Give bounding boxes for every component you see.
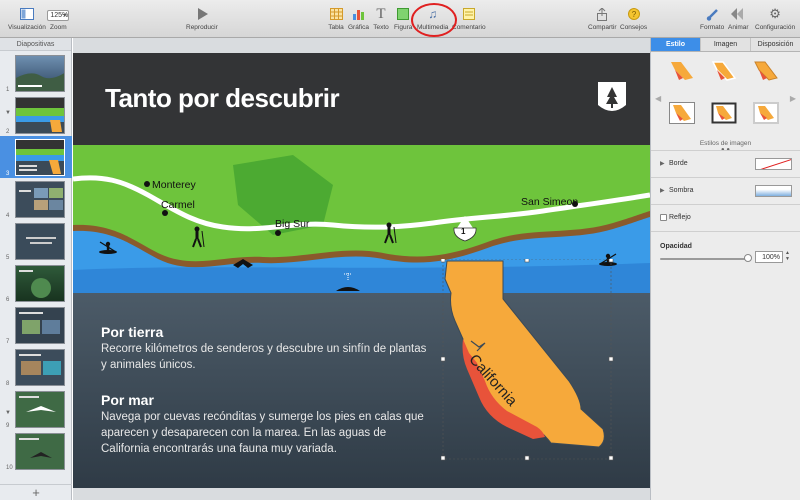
- view-button[interactable]: Visualización: [8, 6, 46, 31]
- thumbnail-image: [15, 265, 65, 302]
- opacity-label: Opacidad: [660, 243, 692, 250]
- thumbnail-image: [15, 223, 65, 260]
- highlight-circle: [411, 3, 457, 37]
- thumbnail-image: [15, 433, 65, 470]
- comment-icon: [461, 6, 477, 22]
- tab-image[interactable]: Imagen: [701, 38, 751, 51]
- slide-navigator: Diapositivas 1 ▼ 2 3 4 5 6 7 8 ▼ 9 10 +: [0, 38, 72, 500]
- slide-thumbnail[interactable]: 1: [0, 52, 72, 94]
- image-style-option[interactable]: [753, 102, 779, 124]
- section-text-sea[interactable]: Navega por cuevas recónditas y sumerge l…: [101, 409, 431, 457]
- animate-icon: [730, 6, 746, 22]
- add-slide-button[interactable]: +: [0, 484, 72, 500]
- map-label-monterey: Monterey: [152, 179, 196, 191]
- map-label-big-sur: Big Sur: [275, 218, 310, 230]
- thumbnail-image: [15, 97, 65, 134]
- slide-thumbnail[interactable]: 9: [0, 388, 72, 430]
- table-button[interactable]: Tabla: [328, 6, 344, 31]
- tips-button[interactable]: ? Consejos: [620, 6, 647, 31]
- section-title-land[interactable]: Por tierra: [101, 324, 163, 340]
- slide-thumbnail[interactable]: 6: [0, 262, 72, 304]
- navigator-header: Diapositivas: [0, 38, 71, 51]
- thumbnail-image: [15, 181, 65, 218]
- slide-thumbnail[interactable]: 8: [0, 346, 72, 388]
- slide-thumbnail[interactable]: 10: [0, 430, 72, 472]
- slide-thumbnail-selected[interactable]: 3: [0, 136, 72, 178]
- map-label-san-simeon: San Simeon: [521, 196, 579, 208]
- border-swatch[interactable]: [755, 158, 792, 170]
- zoom-select[interactable]: 125% ▾: [47, 9, 70, 21]
- inspector-tabs: Estilo Imagen Disposición: [651, 38, 800, 52]
- shape-icon: [395, 6, 411, 22]
- thumbnail-image: [15, 55, 65, 92]
- text-icon: T: [376, 5, 386, 22]
- gear-icon: ⚙: [769, 6, 781, 21]
- toolbar: Visualización 125% ▾ Zoom Reproducir Tab…: [0, 0, 800, 38]
- shadow-row[interactable]: ▶ Sombra: [651, 177, 800, 203]
- thumbnail-image: [15, 139, 65, 176]
- reflection-row[interactable]: Reflejo: [651, 204, 800, 230]
- opacity-stepper[interactable]: ▲ ▼: [785, 250, 790, 262]
- redwood-shield-icon: [597, 81, 627, 117]
- disclosure-triangle-icon[interactable]: ▶: [660, 187, 665, 194]
- slide-thumbnail[interactable]: 4: [0, 178, 72, 220]
- reflection-checkbox[interactable]: [660, 214, 667, 221]
- thumbnail-image: [15, 391, 65, 428]
- slide-thumbnail[interactable]: 5: [0, 220, 72, 262]
- table-icon: [328, 6, 344, 22]
- highway-shield-label: 1: [461, 227, 466, 236]
- shadow-swatch[interactable]: [755, 185, 792, 197]
- map-label-carmel: Carmel: [161, 199, 195, 211]
- image-style-option[interactable]: [711, 60, 737, 82]
- paintbrush-icon: [704, 6, 720, 22]
- tab-arrange[interactable]: Disposición: [751, 38, 800, 51]
- svg-text:?: ?: [631, 10, 636, 19]
- image-styles-label: Estilos de imagen: [699, 140, 752, 147]
- chevron-down-icon: ▾: [63, 12, 67, 19]
- format-inspector: Estilo Imagen Disposición ◀ ▶ Estilos de…: [650, 38, 800, 500]
- section-title-sea[interactable]: Por mar: [101, 392, 154, 408]
- image-style-option[interactable]: [711, 102, 737, 124]
- slide-thumbnail[interactable]: 2: [0, 94, 72, 136]
- chart-icon: [350, 6, 366, 22]
- chevron-right-icon[interactable]: ▶: [790, 94, 796, 103]
- section-text-land[interactable]: Recorre kilómetros de senderos y descubr…: [101, 341, 431, 373]
- tab-style[interactable]: Estilo: [651, 38, 701, 51]
- share-button[interactable]: Compartir: [588, 6, 617, 31]
- chevron-left-icon[interactable]: ◀: [655, 94, 661, 103]
- chart-button[interactable]: Gráfica: [348, 6, 369, 31]
- image-style-option[interactable]: [669, 60, 695, 82]
- image-styles-grid: ◀ ▶: [651, 52, 800, 140]
- setup-button[interactable]: ⚙ Configuración: [755, 6, 795, 31]
- zoom-control[interactable]: 125% ▾ Zoom: [47, 6, 70, 31]
- help-icon: ?: [626, 6, 642, 22]
- shape-button[interactable]: Figura: [394, 6, 412, 31]
- play-icon: [194, 6, 210, 22]
- format-button[interactable]: Formato: [700, 6, 724, 31]
- text-button[interactable]: T Texto: [373, 5, 389, 32]
- border-row[interactable]: ▶ Borde: [651, 150, 800, 176]
- play-button[interactable]: Reproducir: [186, 6, 218, 31]
- share-icon: [594, 6, 610, 22]
- opacity-field[interactable]: 100%: [755, 251, 783, 263]
- thumbnail-image: [15, 307, 65, 344]
- animate-button[interactable]: Animar: [728, 6, 749, 31]
- opacity-slider[interactable]: [660, 258, 748, 260]
- comment-button[interactable]: Comentario: [452, 6, 486, 31]
- opacity-slider-knob[interactable]: [744, 254, 752, 262]
- image-style-option[interactable]: [669, 102, 695, 124]
- plus-icon: +: [32, 485, 40, 500]
- slide-thumbnail[interactable]: 7: [0, 304, 72, 346]
- thumbnail-image: [15, 349, 65, 386]
- disclosure-triangle-icon[interactable]: ▶: [660, 160, 665, 167]
- slide-title[interactable]: Tanto por descubrir: [105, 83, 340, 114]
- image-style-option[interactable]: [753, 60, 779, 82]
- view-icon: [19, 6, 35, 22]
- slide[interactable]: Tanto por descubrir Monterey Carmel Big …: [73, 53, 650, 488]
- slide-canvas: Tanto por descubrir Monterey Carmel Big …: [73, 38, 650, 500]
